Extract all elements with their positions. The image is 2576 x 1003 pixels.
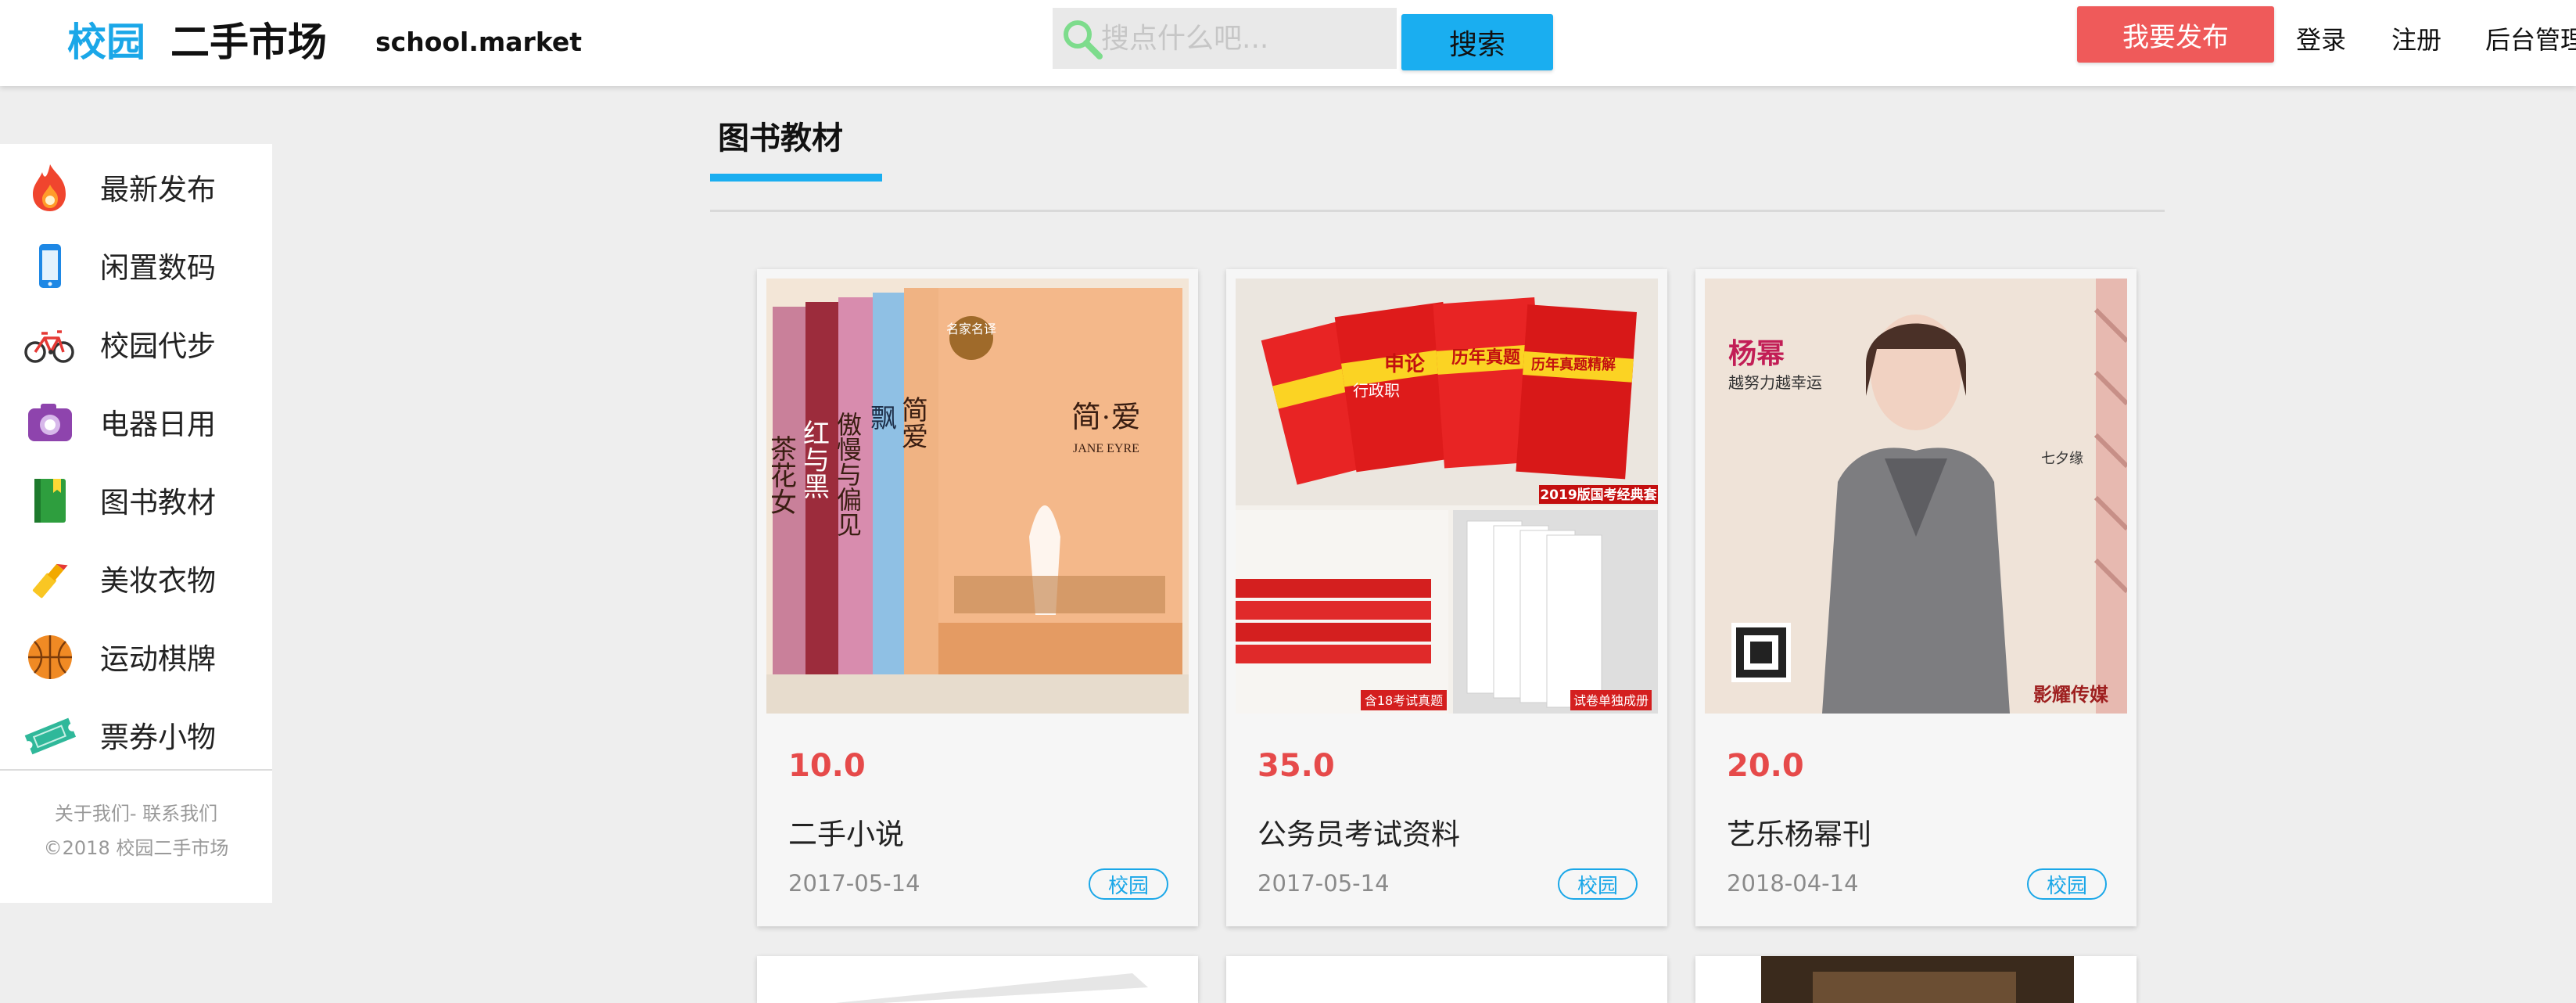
sidebar-divider: [0, 769, 272, 771]
sidebar-item-sports[interactable]: 运动棋牌: [0, 613, 272, 692]
search-box: [1053, 8, 1397, 69]
sidebar-label-digital: 闲置数码: [100, 251, 216, 285]
sidebar-item-books[interactable]: 图书教材: [0, 457, 272, 535]
book-title-3: 历年真题: [1451, 347, 1521, 368]
cover-subtitle: JANE EYRE: [1073, 442, 1139, 455]
sidebar-item-latest[interactable]: 最新发布: [0, 144, 272, 222]
logo-market-text[interactable]: 二手市场: [170, 11, 327, 67]
product-card-partial[interactable]: [757, 956, 1198, 1003]
campus-tag: 校园: [1089, 868, 1168, 900]
fire-icon: [33, 164, 66, 211]
product-price: 35.0: [1258, 748, 1335, 784]
product-price: 20.0: [1727, 748, 1804, 784]
sidebar-item-digital[interactable]: 闲置数码: [0, 222, 272, 300]
section-divider: [710, 210, 2165, 212]
search-button[interactable]: 搜索: [1401, 14, 1553, 70]
product-date: 2017-05-14: [1258, 870, 1390, 897]
product-image[interactable]: 杨幂 越努力越幸运 七夕缘 影耀传媒: [1705, 279, 2127, 714]
product-title[interactable]: 公务员考试资料: [1258, 811, 1460, 853]
spine-title-2: 红与黑: [799, 419, 829, 499]
about-contact-links[interactable]: 关于我们- 联系我们: [0, 798, 272, 825]
product-date: 2017-05-14: [788, 870, 920, 897]
sidebar-item-transport[interactable]: 校园代步: [0, 300, 272, 379]
product-image: [757, 956, 1198, 1003]
spine-title-5: 简爱: [898, 396, 927, 449]
phone-icon: [39, 244, 61, 288]
login-link[interactable]: 登录: [2296, 20, 2346, 56]
top-header: 校园 二手市场 school.market 搜索 我要发布 登录 注册 后台管理: [0, 0, 2576, 86]
product-image[interactable]: 茶花女 红与黑 傲慢与偏见 飘 简爱 名家名译 简·爱 JANE EYRE: [766, 279, 1189, 714]
cover-title: 简·爱: [1071, 401, 1141, 434]
product-card[interactable]: 杨幂 越努力越幸运 七夕缘 影耀传媒 20.0 艺乐杨幂刊 2018-04-14…: [1695, 269, 2137, 926]
basketball-icon: [28, 635, 72, 679]
sidebar-item-cosmetics[interactable]: 美妆衣物: [0, 535, 272, 613]
sidebar-label-latest: 最新发布: [100, 173, 216, 207]
spine-title-3: 傲慢与偏见: [834, 412, 862, 537]
magazine-brand: 影耀传媒: [2033, 684, 2109, 706]
product-card[interactable]: 茶花女 红与黑 傲慢与偏见 飘 简爱 名家名译 简·爱 JANE EYRE 10…: [757, 269, 1198, 926]
spine-title-1: 茶花女: [766, 435, 796, 515]
sidebar-label-transport: 校园代步: [100, 329, 216, 363]
sidebar-item-appliances[interactable]: 电器日用: [0, 379, 272, 457]
book-icon: [34, 479, 66, 523]
series-badge: 名家名译: [946, 322, 996, 336]
category-sidebar: 最新发布 闲置数码 校园代步 电器日用 图书教材 美妆衣物 运动棋牌 票券小物 …: [0, 144, 272, 903]
book-title-4: 历年真题精解: [1531, 356, 1616, 373]
campus-tag: 校园: [2027, 868, 2107, 900]
book-title-2: 申论: [1384, 353, 1426, 376]
book-title-1: 行政职: [1353, 381, 1400, 400]
product-card-partial[interactable]: [1226, 956, 1667, 1003]
bicycle-icon: [24, 330, 74, 363]
product-date: 2018-04-14: [1727, 870, 1859, 897]
sidebar-label-sports: 运动棋牌: [100, 642, 216, 676]
search-icon: [1064, 20, 1103, 59]
register-link[interactable]: 注册: [2391, 20, 2441, 56]
spine-title-4: 飘: [866, 404, 896, 430]
ticket-icon: [24, 717, 77, 755]
banner-right: 试卷单独成册: [1573, 693, 1649, 708]
copyright-text: ©2018 校园二手市场: [43, 837, 229, 859]
banner-top: 2019版国考经典套: [1540, 487, 1657, 503]
magazine-name: 杨幂: [1728, 338, 1785, 370]
sidebar-label-tickets: 票券小物: [100, 721, 216, 754]
product-price: 10.0: [788, 748, 866, 784]
banner-left: 含18考试真题: [1365, 693, 1443, 708]
product-image[interactable]: 行政职 申论 历年真题 历年真题精解 2019版国考经典套 含18考试真题 试卷…: [1236, 279, 1658, 714]
camera-icon: [28, 404, 72, 441]
publish-button[interactable]: 我要发布: [2077, 6, 2274, 63]
lipstick-icon: [32, 563, 68, 599]
campus-tag: 校园: [1558, 868, 1638, 900]
sidebar-label-books: 图书教材: [100, 486, 216, 519]
magazine-subtitle: 越努力越幸运: [1728, 373, 1822, 392]
product-title[interactable]: 艺乐杨幂刊: [1727, 811, 1871, 853]
sidebar-item-tickets[interactable]: 票券小物: [0, 692, 272, 770]
admin-link[interactable]: 后台管理: [2485, 20, 2576, 56]
product-card[interactable]: 行政职 申论 历年真题 历年真题精解 2019版国考经典套 含18考试真题 试卷…: [1226, 269, 1667, 926]
section-title-underline: [710, 174, 882, 182]
sidebar-label-cosmetics: 美妆衣物: [100, 564, 216, 598]
logo-domain-text[interactable]: school.market: [375, 27, 582, 57]
section-title: 图书教材: [718, 120, 843, 156]
search-input[interactable]: [1100, 8, 1394, 69]
product-image: [1226, 956, 1667, 1003]
product-image: [1695, 956, 2137, 1003]
sidebar-label-appliances: 电器日用: [100, 408, 216, 441]
product-card-partial[interactable]: [1695, 956, 2137, 1003]
product-title[interactable]: 二手小说: [788, 811, 904, 853]
magazine-side-note: 七夕缘: [2041, 451, 2083, 467]
logo-campus-text[interactable]: 校园: [67, 11, 145, 67]
